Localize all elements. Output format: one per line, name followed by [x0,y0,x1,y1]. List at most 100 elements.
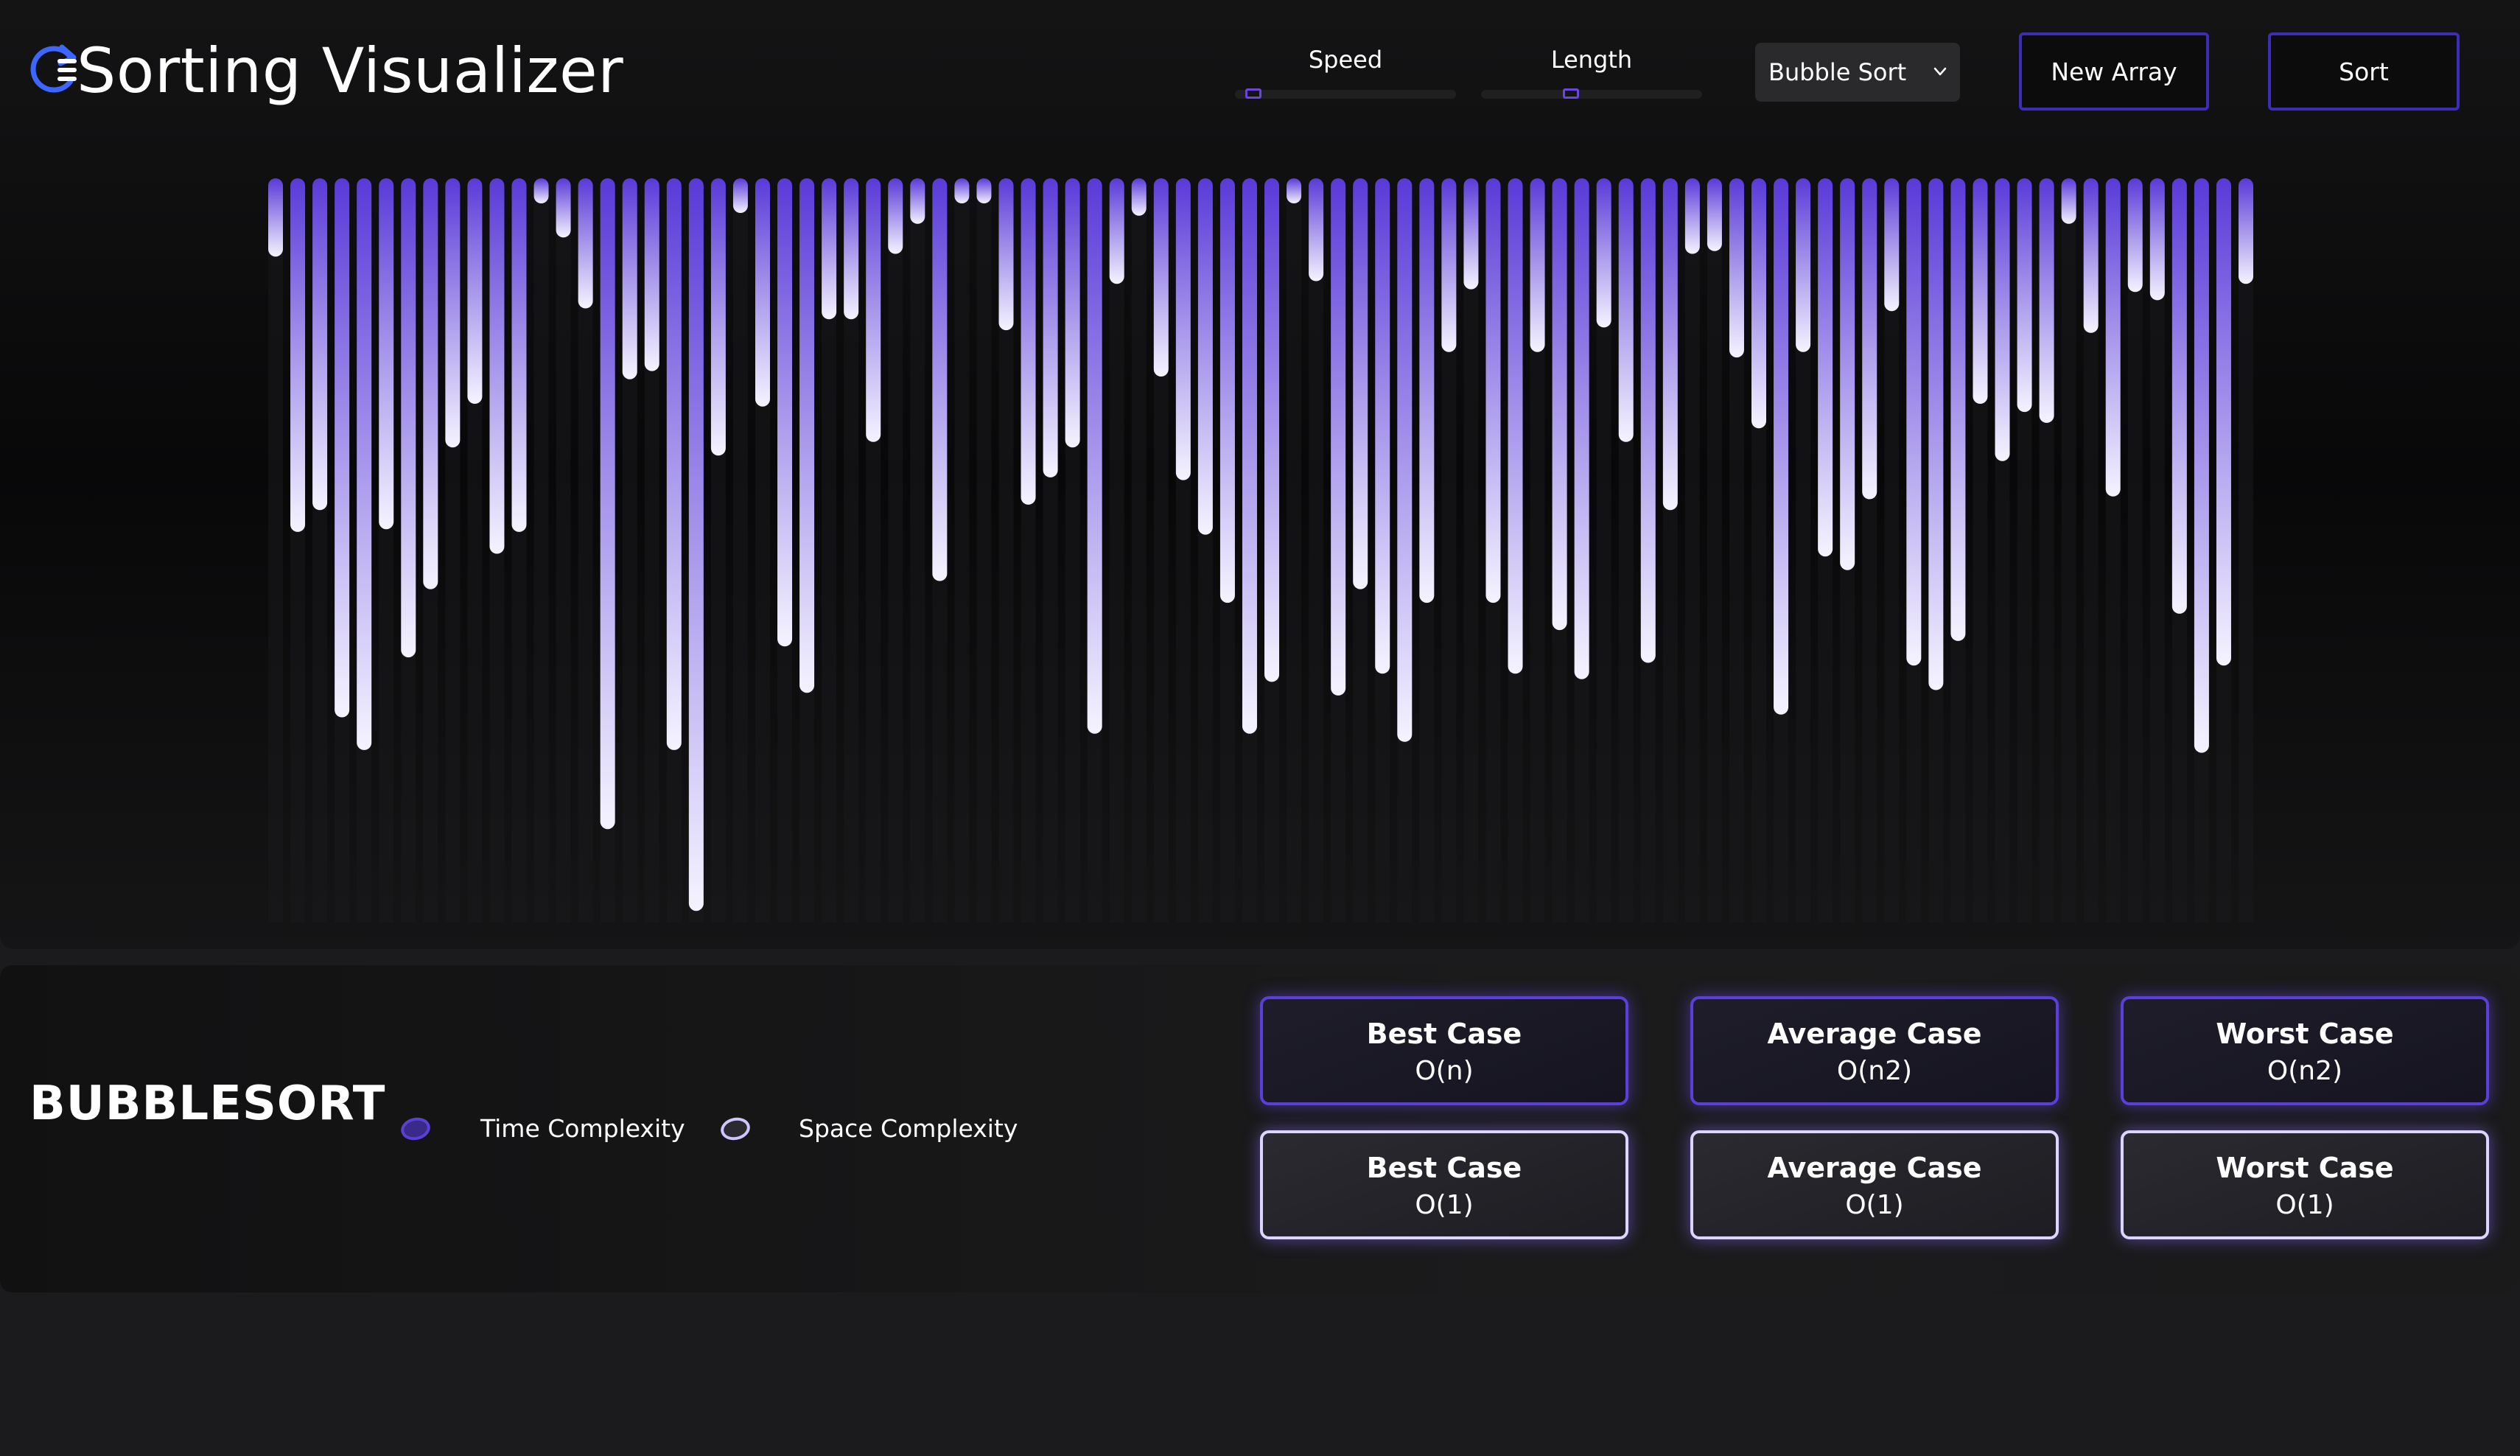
time-worst-case-card: Worst Case O(n2) [2121,996,2489,1105]
array-bar [2083,178,2099,333]
sort-button[interactable]: Sort [2268,32,2460,111]
array-bar [600,178,615,830]
app-title: Sorting Visualizer [77,35,624,107]
array-bar [888,178,903,254]
array-bar [1840,178,1855,570]
array-bar [866,178,881,442]
array-bar [1197,178,1213,535]
bar-track [888,186,903,923]
card-value: O(n2) [2267,1056,2343,1086]
array-bar [1818,178,1833,557]
array-bar [732,178,748,213]
array-bar [1973,178,1988,404]
array-bar [1729,178,1744,358]
array-bar [844,178,859,320]
array-bar [1485,178,1501,603]
visualizer-panel: Sorting Visualizer Speed Length Bubble S… [0,0,2520,949]
bar-track [1707,186,1722,923]
card-title: Worst Case [2216,1152,2394,1184]
array-bar [290,178,306,532]
array-bar [1287,178,1302,203]
array-bar [1309,178,1324,281]
array-bar [467,178,483,404]
array-bar [533,178,549,203]
array-bar [312,178,328,511]
array-bar [1552,178,1567,631]
speed-slider[interactable]: Speed [1235,41,1456,108]
array-bar [268,178,283,257]
speed-label: Speed [1308,46,1383,74]
array-bar [1043,178,1058,477]
length-slider[interactable]: Length [1481,41,1702,108]
array-bar [1441,178,1457,352]
array-bar [755,178,770,407]
bar-track [533,186,549,923]
array-bar [2105,178,2121,497]
refresh-list-icon [30,44,77,93]
array-bar [1707,178,1722,251]
array-bar [1331,178,1346,696]
array-bar [2194,178,2209,753]
array-bar [976,178,992,203]
array-bar [2149,178,2165,301]
array-bar [666,178,682,750]
array-bar [1109,178,1124,284]
array-bar [2171,178,2187,614]
array-bar [710,178,726,456]
array-bar [644,178,659,371]
info-panel: BUBBLESORT Time Complexity Space Complex… [0,965,2520,1292]
array-bar [1508,178,1523,674]
array-bar [1242,178,1257,734]
array-bar [379,178,394,530]
array-bar [2061,178,2076,224]
array-bar [954,178,970,203]
array-bar [622,178,637,379]
array-bar [1375,178,1390,674]
bar-track [954,186,970,923]
speed-slider-track[interactable] [1235,90,1456,99]
time-complexity-legend-icon [399,1115,433,1143]
array-bar [556,178,571,238]
card-title: Average Case [1767,1018,1982,1050]
array-bar [1751,178,1767,429]
length-slider-track[interactable] [1481,90,1702,99]
card-value: O(n) [1415,1056,1474,1086]
array-bar [1950,178,1966,641]
bar-track [1109,186,1124,923]
algorithm-select[interactable]: Bubble Sort [1755,43,1960,102]
array-bar [1353,178,1368,589]
space-complexity-legend-label: Space Complexity [799,1114,1018,1143]
array-bar [1640,178,1656,663]
array-bar [401,178,416,658]
array-bar [777,178,793,647]
array-bar [511,178,527,532]
array-bar [1530,178,1545,352]
array-bar [445,178,461,448]
array-bar [357,178,372,750]
array-bar [1596,178,1611,328]
card-title: Average Case [1767,1152,1982,1184]
time-complexity-legend-label: Time Complexity [480,1114,685,1143]
new-array-button[interactable]: New Array [2019,32,2209,111]
bar-track [976,186,992,923]
array-bar [822,178,837,320]
space-average-case-card: Average Case O(1) [1690,1130,2059,1239]
array-bar [1906,178,1922,666]
array-bar [578,178,593,309]
array-bar [1419,178,1435,603]
array-bar [2127,178,2143,293]
card-value: O(1) [1845,1190,1904,1220]
card-value: O(n2) [1836,1056,1913,1086]
array-bar [1397,178,1413,742]
card-title: Best Case [1366,1018,1522,1050]
array-bar [2216,178,2231,666]
array-bar [1153,178,1169,377]
array-bar [932,178,948,581]
array-bar [1884,178,1900,312]
length-slider-thumb[interactable] [1563,88,1580,99]
array-bar [998,178,1014,331]
array-bar [1662,178,1678,511]
array-bar [1065,178,1080,448]
time-average-case-card: Average Case O(n2) [1690,996,2059,1105]
speed-slider-thumb[interactable] [1245,88,1261,99]
